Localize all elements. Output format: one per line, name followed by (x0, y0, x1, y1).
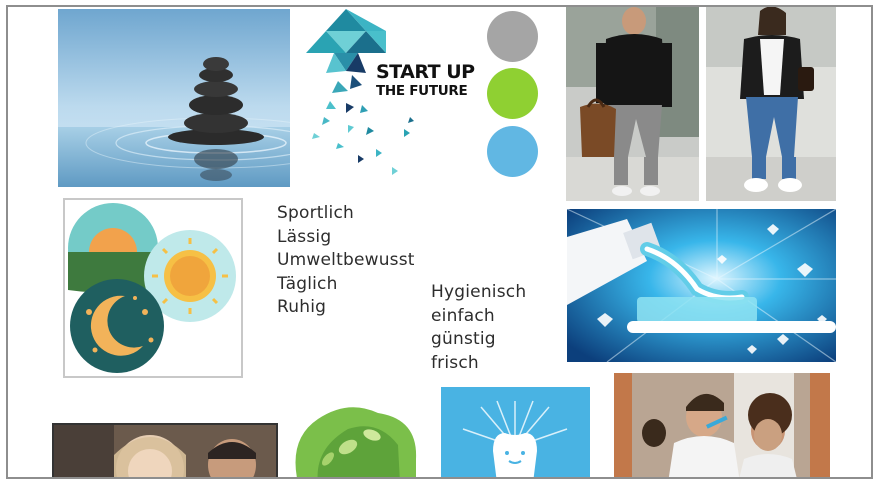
man-walking-photo (566, 7, 699, 201)
zen-stones-image (58, 9, 290, 187)
keyword-left-4: Täglich (277, 273, 338, 294)
keywords-left: Sportlich Lässig Umweltbewusst Täglich R… (277, 202, 415, 320)
couple-laughing-photo (52, 423, 278, 477)
color-swatch-grey (487, 11, 538, 62)
keyword-right-2: einfach (431, 305, 495, 326)
color-swatch-green (487, 68, 538, 119)
logo-line-2: THE FUTURE (376, 83, 468, 99)
startup-logo: START UP THE FUTURE (306, 9, 476, 181)
tooth-icon-image (441, 387, 590, 477)
keyword-left-5: Ruhig (277, 297, 327, 317)
keyword-left-3: Umweltbewusst (277, 250, 415, 270)
logo-line-1: START UP (376, 61, 475, 83)
keyword-left-2: Lässig (277, 226, 332, 247)
keyword-right-3: günstig (431, 329, 496, 349)
keyword-right-1: Hygienisch (431, 282, 527, 302)
toothpaste-image (567, 209, 836, 362)
moodboard-frame: START UP THE FUTURE Sportlich Lässig Umw… (6, 5, 873, 479)
keywords-right: Hygienisch einfach günstig frisch (431, 281, 526, 375)
keyword-right-4: frisch (431, 352, 479, 373)
color-swatch-blue (487, 126, 538, 177)
keyword-left-1: Sportlich (277, 203, 355, 223)
green-leaves-image (288, 399, 426, 477)
people-brushing-teeth-photo (614, 373, 830, 477)
woman-walking-photo (706, 7, 836, 201)
sun-moon-illustration (63, 198, 243, 378)
